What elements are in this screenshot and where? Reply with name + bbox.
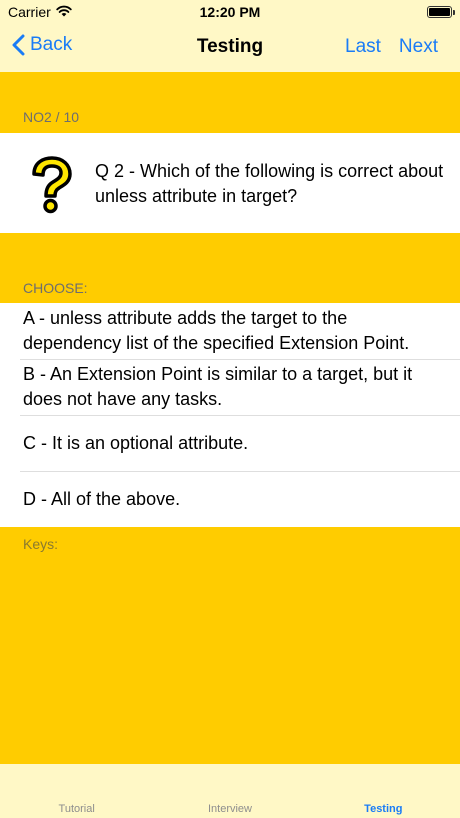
tab-interview[interactable]: Interview [153,764,306,818]
option-a[interactable]: A - unless attribute adds the target to … [0,303,460,359]
tab-tutorial[interactable]: Tutorial [0,764,153,818]
top-bar: Carrier 12:20 PM Back Testing Last Next [0,0,460,72]
next-button[interactable]: Next [399,36,438,58]
question-card: Q 2 - Which of the following is correct … [0,133,460,233]
status-time: 12:20 PM [199,4,261,20]
navigation-bar: Back Testing Last Next [0,28,460,68]
question-text: Q 2 - Which of the following is correct … [95,161,444,206]
question-mark-icon [32,156,72,214]
tab-bar: Tutorial Interview Testing [0,764,460,818]
keys-label: Keys: [23,536,59,552]
last-button[interactable]: Last [345,36,381,58]
tab-testing[interactable]: Testing [307,764,460,818]
options-list: A - unless attribute adds the target to … [0,303,460,527]
progress-label: NO2 / 10 [23,109,80,125]
option-d[interactable]: D - All of the above. [0,471,460,527]
battery-icon [427,6,455,18]
nav-actions: Last Next [345,36,438,58]
option-b[interactable]: B - An Extension Point is similar to a t… [0,359,460,415]
option-c[interactable]: C - It is an optional attribute. [0,415,460,471]
status-bar: Carrier 12:20 PM [0,0,460,26]
choose-label: CHOOSE: [23,280,88,296]
